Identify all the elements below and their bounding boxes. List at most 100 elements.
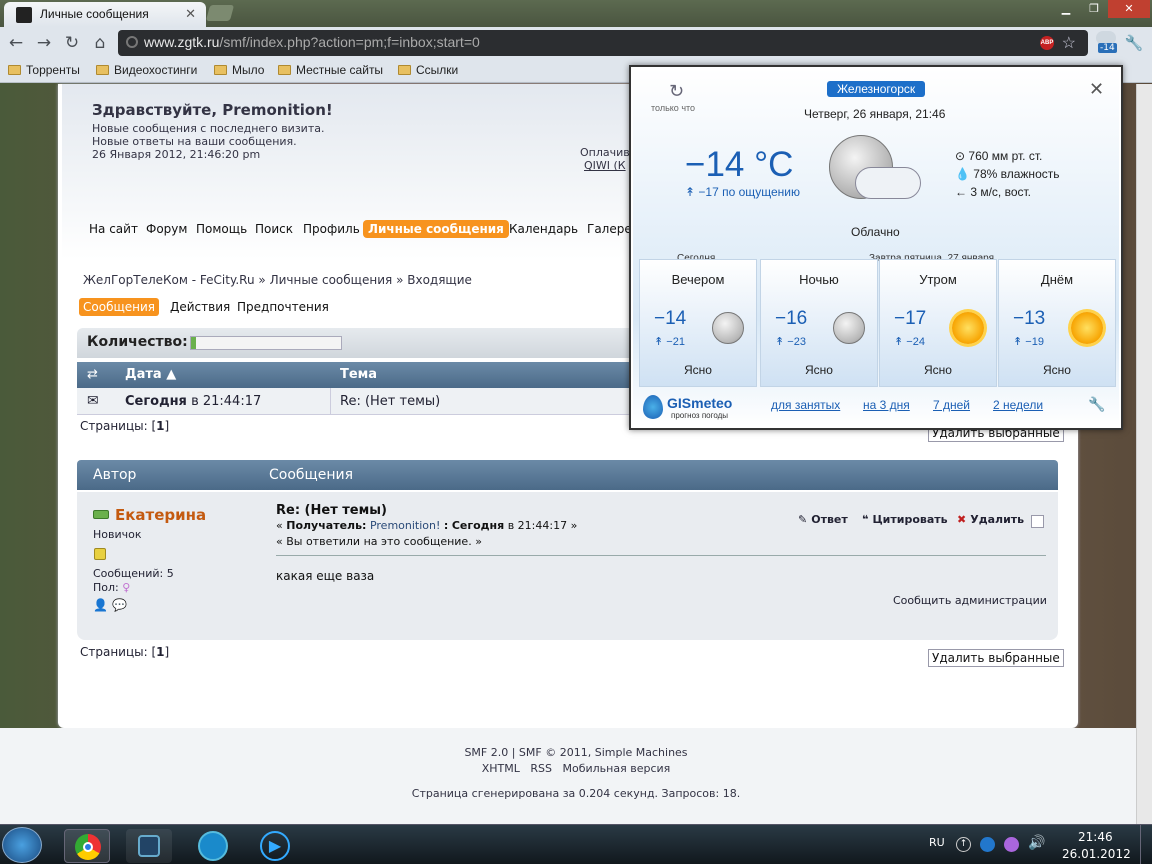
bookmark-links[interactable]: Ссылки (398, 63, 458, 77)
bookmark-star-icon[interactable]: ☆ (1062, 33, 1076, 53)
weather-popup: ↻ только что Железногорск ✕ Четверг, 26 … (629, 65, 1123, 430)
menu-messages[interactable]: Личные сообщения (363, 220, 509, 238)
close-tab-icon[interactable]: ✕ (185, 6, 196, 22)
reply-icon: ✎ (798, 513, 808, 526)
footer-links: XHTML RSS Мобильная версия (0, 762, 1152, 775)
chrome-taskbar-button[interactable] (64, 829, 110, 863)
breadcrumb-inbox[interactable]: Входящие (407, 273, 472, 287)
new-posts-link[interactable]: Новые сообщения с последнего визита. (92, 122, 324, 135)
feels-like: ↟ −17 по ощущению (685, 185, 801, 199)
post-meta: « Получатель: Premonition! : Сегодня в 2… (276, 519, 578, 532)
bookmark-local[interactable]: Местные сайты (278, 63, 383, 77)
bookmark-mail[interactable]: Мыло (214, 63, 264, 77)
adblock-icon[interactable]: ABP (1040, 36, 1054, 50)
explorer-taskbar-button[interactable] (190, 829, 236, 863)
smf-copyright[interactable]: SMF 2.0 | SMF © 2011, Simple Machines (0, 746, 1152, 759)
page-1-link[interactable]: 1 (156, 419, 164, 433)
address-bar[interactable]: www.zgtk.ru/smf/index.php?action=pm;f=in… (118, 30, 1088, 56)
row-subject-link[interactable]: Re: (Нет темы) (340, 394, 440, 409)
bookmark-torrents[interactable]: Торренты (8, 63, 80, 77)
scrollbar[interactable] (1136, 84, 1152, 824)
menu-help[interactable]: Помощь (191, 220, 252, 238)
send-pm-icon[interactable]: 💬 (112, 598, 127, 612)
subtab-actions[interactable]: Действия (166, 298, 234, 316)
reply-button[interactable]: ✎ Ответ (798, 513, 848, 526)
rss-link[interactable]: RSS (530, 762, 552, 775)
home-icon[interactable]: ⌂ (90, 33, 110, 53)
breadcrumb: ЖелГорТелеКом - FeCity.Ru » Личные сообщ… (83, 273, 472, 287)
forecast-3days-link[interactable]: на 3 дня (863, 398, 910, 412)
media-taskbar-button[interactable] (126, 829, 172, 863)
show-desktop-button[interactable] (1140, 825, 1152, 864)
close-window-icon[interactable]: ✕ (1108, 0, 1150, 18)
browser-tab[interactable]: Личные сообщения ✕ (4, 2, 206, 27)
show-hidden-icons-icon[interactable]: ↑ (956, 837, 971, 852)
author-gender: Пол: ♀ (93, 581, 131, 594)
weather-extension-icon[interactable]: -14 (1094, 30, 1118, 56)
menu-profile[interactable]: Профиль (298, 220, 365, 238)
pressure: ⊙ 760 мм рт. ст. (955, 149, 1043, 163)
menu-home[interactable]: На сайт (84, 220, 143, 238)
select-checkbox[interactable] (1031, 515, 1044, 528)
subtab-preferences[interactable]: Предпочтения (233, 298, 333, 316)
menu-calendar[interactable]: Календарь (504, 220, 583, 238)
date-column-header[interactable]: Дата ▲ (125, 367, 176, 382)
weather-settings-wrench-icon[interactable]: 🔧 (1088, 397, 1105, 413)
menu-gallery[interactable]: Галерея (582, 220, 630, 238)
tab-strip: Личные сообщения ✕ ▁ ❐ ✕ (0, 0, 1152, 27)
qiwi-link[interactable]: QIWI (К (584, 159, 626, 172)
forecast-day: Днём −13 ↟ −19 Ясно (998, 259, 1116, 387)
refresh-icon[interactable]: ↻ (669, 81, 684, 102)
condition: Облачно (851, 225, 900, 239)
site-favicon-icon (16, 7, 32, 23)
folder-icon (398, 65, 411, 75)
back-icon[interactable]: ← (6, 33, 26, 53)
xhtml-link[interactable]: XHTML (482, 762, 520, 775)
post-author-link[interactable]: Екатерина (115, 506, 206, 524)
reload-icon[interactable]: ↻ (62, 33, 82, 53)
bookmark-video[interactable]: Видеохостинги (96, 63, 197, 77)
page-1-link-bottom[interactable]: 1 (156, 645, 164, 659)
sort-icon[interactable]: ⇄ (87, 367, 105, 383)
breadcrumb-pm[interactable]: Личные сообщения (270, 273, 393, 287)
breadcrumb-site[interactable]: ЖелГорТелеКом - FeCity.Ru (83, 273, 255, 287)
mobile-link[interactable]: Мобильная версия (563, 762, 671, 775)
forecast-7days-link[interactable]: 7 дней (933, 398, 970, 412)
wrench-icon[interactable]: 🔧 (1124, 33, 1144, 53)
restore-icon[interactable]: ❐ (1080, 0, 1108, 18)
profile-icon[interactable]: 👤 (93, 598, 108, 612)
author-post-count: Сообщений: 5 (93, 567, 174, 580)
forecast-busy-link[interactable]: для занятых (771, 398, 840, 412)
tray-app2-icon[interactable] (1004, 837, 1019, 852)
delete-selected-bottom-button[interactable]: Удалить выбранные (928, 649, 1064, 667)
new-tab-button[interactable] (205, 5, 235, 21)
clock-date[interactable]: 26.01.2012 (1062, 847, 1131, 861)
report-link[interactable]: Сообщить администрации (893, 594, 1047, 607)
subject-column-header[interactable]: Тема (340, 367, 377, 382)
recipient-link[interactable]: Premonition! (370, 519, 440, 532)
subtab-messages[interactable]: Сообщения (79, 298, 160, 316)
menu-forum[interactable]: Форум (141, 220, 192, 238)
gismeteo-brand[interactable]: GISmeteo (667, 395, 732, 411)
volume-icon[interactable]: 🔊 (1028, 835, 1045, 851)
humidity: 💧 78% влажность (955, 167, 1060, 181)
tray-app-icon[interactable] (980, 837, 995, 852)
forward-icon[interactable]: → (34, 33, 54, 53)
city-selector[interactable]: Железногорск (827, 81, 926, 97)
minimize-icon[interactable]: ▁ (1052, 0, 1080, 18)
menu-search[interactable]: Поиск (250, 220, 298, 238)
close-popup-icon[interactable]: ✕ (1089, 79, 1104, 100)
quote-icon: ❝ (862, 513, 869, 526)
clock-time[interactable]: 21:46 (1078, 830, 1113, 844)
forecast-2weeks-link[interactable]: 2 недели (993, 398, 1043, 412)
delete-button[interactable]: ✖ Удалить (957, 513, 1024, 526)
language-indicator[interactable]: RU (929, 836, 945, 849)
post-divider (276, 555, 1046, 556)
start-button[interactable] (2, 827, 42, 863)
weather-datetime: Четверг, 26 января, 21:46 (804, 107, 946, 121)
moon-icon (712, 312, 744, 344)
new-replies-link[interactable]: Новые ответы на ваши сообщения. (92, 135, 297, 148)
quote-button[interactable]: ❝ Цитировать (862, 513, 948, 526)
greeting: Здравствуйте, Premonition! (92, 101, 333, 119)
player-taskbar-button[interactable]: ▶ (252, 829, 298, 863)
